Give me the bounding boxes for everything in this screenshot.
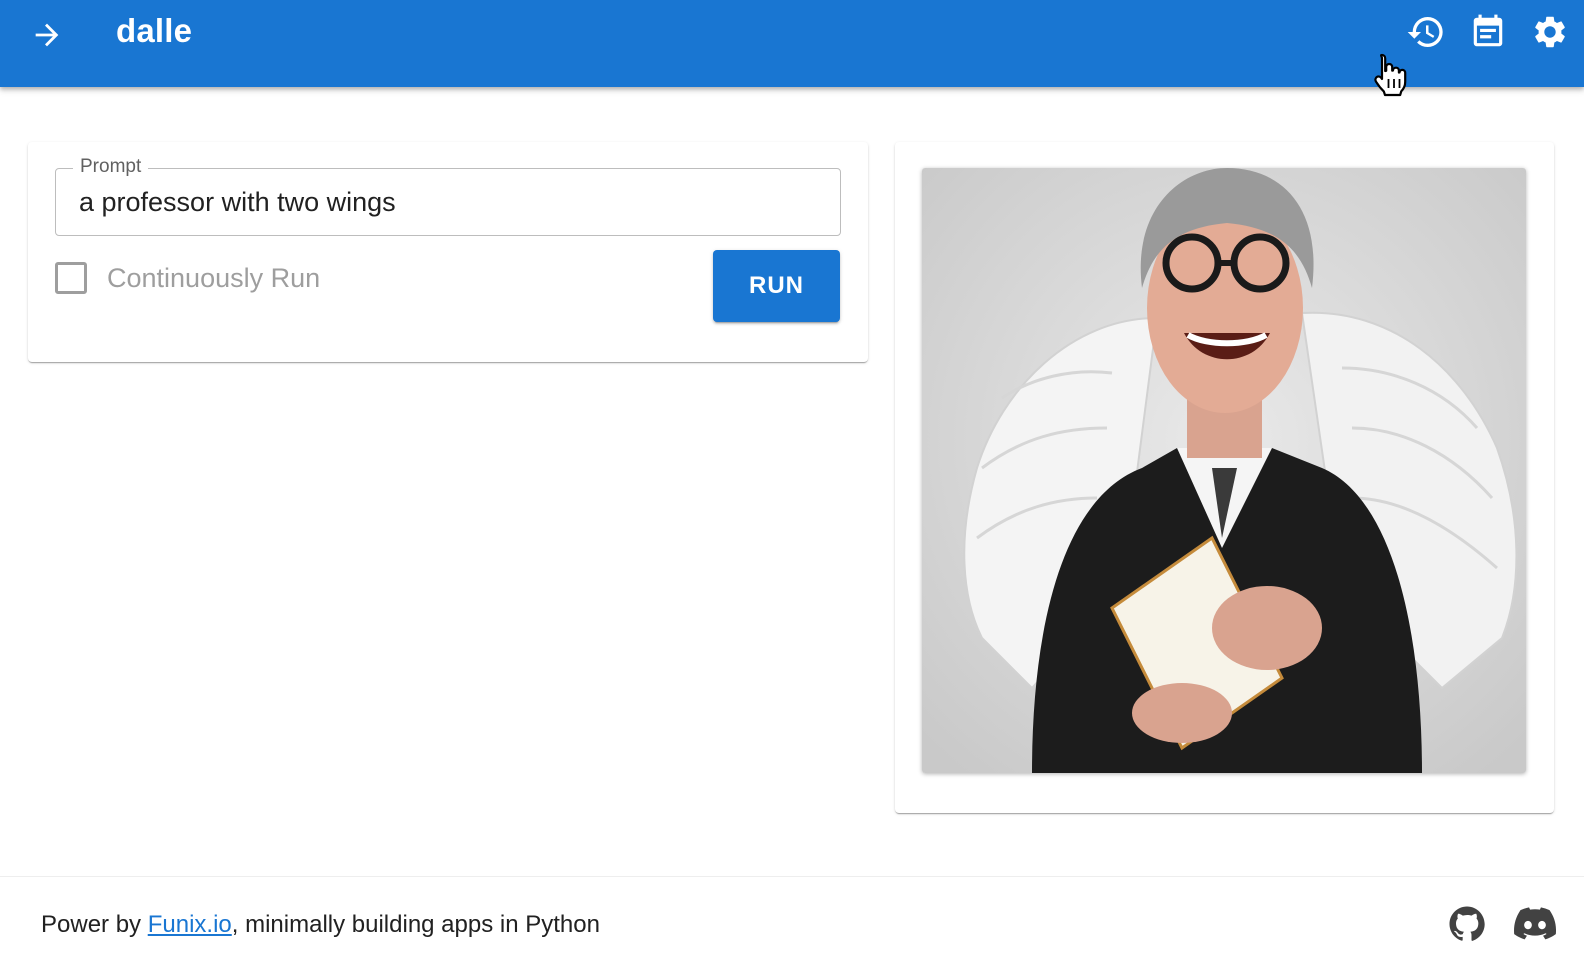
footer: Power by Funix.io, minimally building ap… <box>0 876 1584 972</box>
footer-prefix: Power by <box>41 911 148 938</box>
calendar-note-icon <box>1473 14 1503 47</box>
app-bar: dalle <box>0 0 1584 87</box>
prompt-input[interactable]: a professor with two wings <box>79 187 396 218</box>
prompt-field[interactable]: Prompt a professor with two wings <box>55 156 841 236</box>
history-icon <box>1407 17 1443 48</box>
github-icon <box>1449 906 1485 941</box>
continuously-run-option[interactable]: Continuously Run <box>55 262 320 294</box>
settings-button[interactable] <box>1528 10 1572 54</box>
arrow-right-icon <box>35 23 59 47</box>
discord-icon <box>1514 907 1556 940</box>
output-card <box>895 142 1554 813</box>
hand-cursor-icon <box>1374 53 1407 97</box>
prompt-label: Prompt <box>73 156 149 178</box>
footer-credit: Power by Funix.io, minimally building ap… <box>41 911 600 939</box>
discord-link[interactable] <box>1514 903 1556 945</box>
continuously-run-checkbox[interactable] <box>55 262 87 294</box>
run-button[interactable]: RUN <box>713 250 840 322</box>
drawer-toggle-button[interactable] <box>26 14 68 56</box>
generated-image <box>922 168 1526 773</box>
notes-button[interactable] <box>1466 10 1510 54</box>
app-title: dalle <box>116 12 193 49</box>
input-form-card: Prompt a professor with two wings Contin… <box>28 142 868 362</box>
continuously-run-label: Continuously Run <box>107 262 321 293</box>
history-button[interactable] <box>1404 10 1448 54</box>
github-link[interactable] <box>1446 903 1488 945</box>
settings-gear-icon <box>1535 16 1565 48</box>
footer-suffix: , minimally building apps in Python <box>231 911 600 938</box>
funix-link[interactable]: Funix.io <box>148 911 232 938</box>
